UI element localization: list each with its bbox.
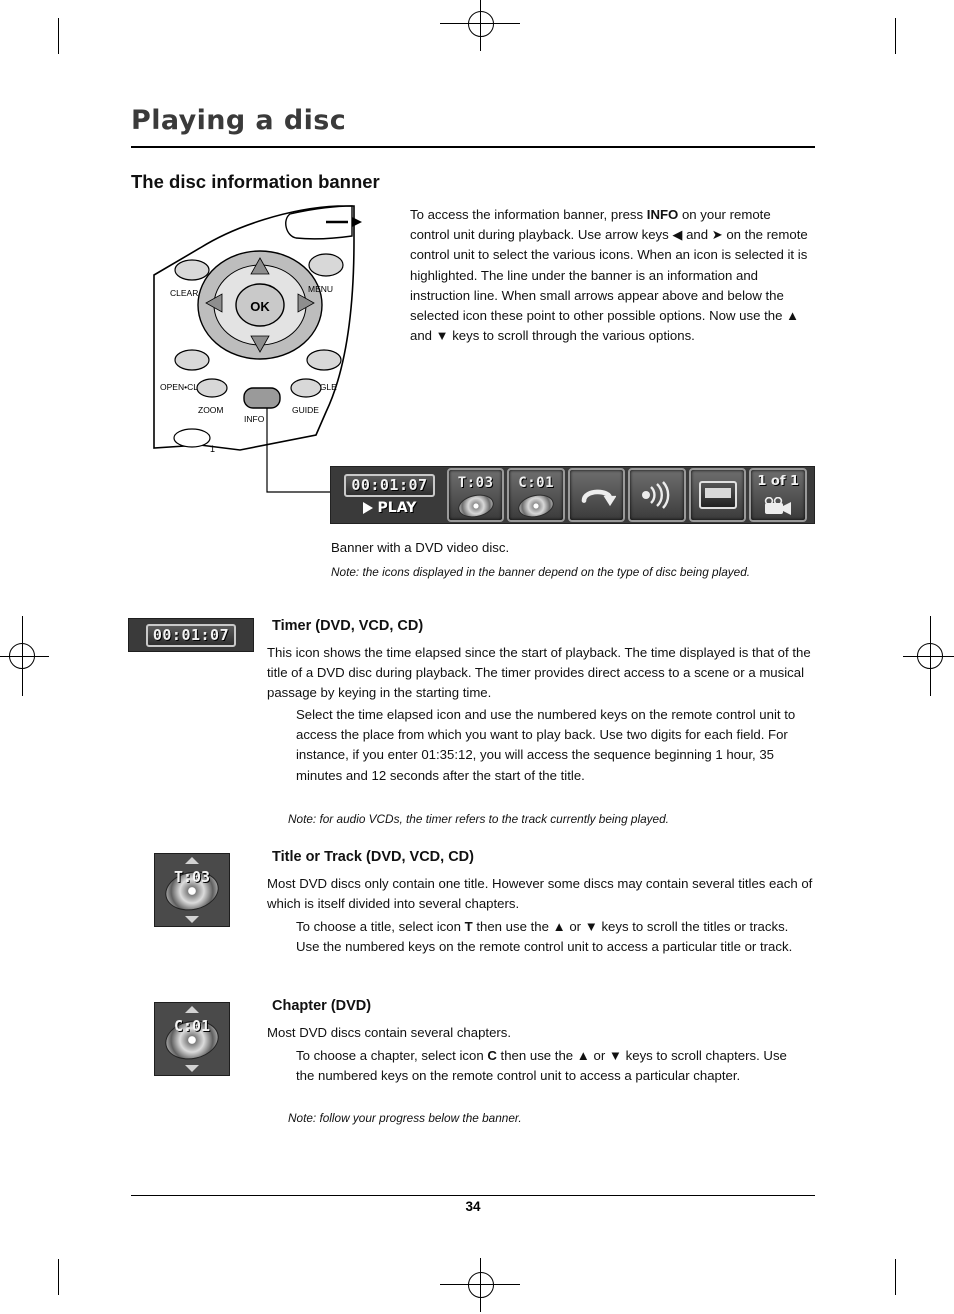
chapter-icon-label: C:01 <box>173 1017 211 1035</box>
disc-icon <box>455 491 496 521</box>
title-heading: Title or Track (DVD, VCD, CD) <box>272 849 474 865</box>
svg-text:1: 1 <box>210 444 215 454</box>
down-arrow-icon: ▼ <box>584 919 598 934</box>
audio-icon <box>642 481 670 509</box>
banner-audio-cell[interactable] <box>628 468 686 522</box>
title-key-t: T <box>464 919 473 934</box>
title-indent-1: To choose a title, select icon <box>296 919 465 934</box>
svg-text:OK: OK <box>250 299 270 314</box>
chapter-paragraph: Most DVD discs contain several chapters. <box>267 1025 512 1040</box>
title-or: or <box>565 919 585 934</box>
banner-repeat-cell[interactable] <box>567 468 626 522</box>
right-arrow-icon: ➤ <box>711 227 723 243</box>
header-rule <box>131 146 815 148</box>
down-arrow-icon: ▼ <box>435 328 449 344</box>
up-arrow-icon: ▲ <box>576 1048 590 1063</box>
title-icon-label: T:03 <box>173 868 211 886</box>
chapter-icon-thumbnail: C:01 <box>154 1002 230 1076</box>
chapter-indent-1: To choose a chapter, select icon <box>296 1048 488 1063</box>
chapter-indent-2: then use the <box>496 1048 577 1063</box>
timer-icon-thumbnail: 00:01:07 <box>128 618 254 652</box>
banner-chapter-value: C:01 <box>518 475 555 491</box>
banner-title-value: T:03 <box>457 475 494 491</box>
down-arrow-icon <box>185 916 199 923</box>
title-paragraph: Most DVD discs only contain one title. H… <box>267 876 813 912</box>
timer-note: Note: for audio VCDs, the timer refers t… <box>288 812 669 826</box>
banner-chapter-cell[interactable]: C:01 <box>507 468 565 522</box>
timer-paragraph: This icon shows the time elapsed since t… <box>267 645 811 701</box>
chapter-heading: Chapter (DVD) <box>272 998 372 1014</box>
banner-title-cell[interactable]: T:03 <box>446 468 505 522</box>
chapter-indent-paragraph: To choose a chapter, select icon C then … <box>296 1046 806 1086</box>
left-arrow-icon: ◀ <box>672 227 683 243</box>
intro-and-2: and <box>410 328 436 344</box>
up-arrow-icon <box>185 857 199 864</box>
down-arrow-icon: ▼ <box>608 1048 622 1063</box>
intro-text-1: To access the information banner, press <box>410 207 647 222</box>
banner-note: Note: the icons displayed in the banner … <box>331 565 751 579</box>
up-arrow-icon: ▲ <box>786 308 799 324</box>
play-label: PLAY <box>377 500 417 516</box>
svg-text:ZOOM: ZOOM <box>198 405 224 415</box>
repeat-icon <box>581 489 616 507</box>
svg-text:MENU: MENU <box>308 284 333 294</box>
intro-text-4: keys to scroll through the various optio… <box>448 328 695 344</box>
up-arrow-icon <box>185 1006 199 1013</box>
title-indent-paragraph: To choose a title, select icon T then us… <box>296 917 809 957</box>
page-title: Playing a disc <box>131 105 347 136</box>
banner-subtitle-cell[interactable] <box>688 468 747 522</box>
page-number: 34 <box>465 1199 481 1214</box>
chapter-note: Note: follow your progress below the ban… <box>288 1111 522 1125</box>
footer-rule <box>131 1195 815 1196</box>
camera-icon <box>765 497 792 515</box>
chapter-or: or <box>589 1048 609 1063</box>
banner-caption: Banner with a DVD video disc. <box>331 540 510 555</box>
banner-angle-value: 1 of 1 <box>757 474 800 489</box>
timer-heading: Timer (DVD, VCD, CD) <box>272 618 424 634</box>
banner-time-value: 00:01:07 <box>344 474 435 497</box>
intro-and-1: and <box>682 227 712 243</box>
title-icon-thumbnail: T:03 <box>154 853 230 927</box>
banner-angle-cell[interactable]: 1 of 1 <box>749 468 807 522</box>
up-arrow-icon: ▲ <box>552 919 566 934</box>
down-arrow-icon <box>185 1065 199 1072</box>
timer-indent-paragraph: Select the time elapsed icon and use the… <box>296 707 796 783</box>
banner-timer-cell[interactable]: 00:01:07 PLAY <box>335 470 444 520</box>
banner-play-status: PLAY <box>362 500 417 516</box>
chapter-key-c: C <box>487 1048 497 1063</box>
intro-paragraph: To access the information banner, press … <box>410 205 810 346</box>
svg-text:CLEAR: CLEAR <box>170 288 198 298</box>
play-icon <box>362 502 373 514</box>
page-content: Playing a disc The disc information bann… <box>0 0 954 1313</box>
disc-icon <box>516 491 557 521</box>
subtitle-icon <box>698 481 737 509</box>
timer-icon-value: 00:01:07 <box>145 623 237 647</box>
info-key-label: INFO <box>646 207 679 222</box>
disc-information-banner: 00:01:07 PLAY T:03 C:01 1 of 1 <box>330 466 815 524</box>
section-title: The disc information banner <box>131 171 380 192</box>
title-indent-2: then use the <box>472 919 553 934</box>
